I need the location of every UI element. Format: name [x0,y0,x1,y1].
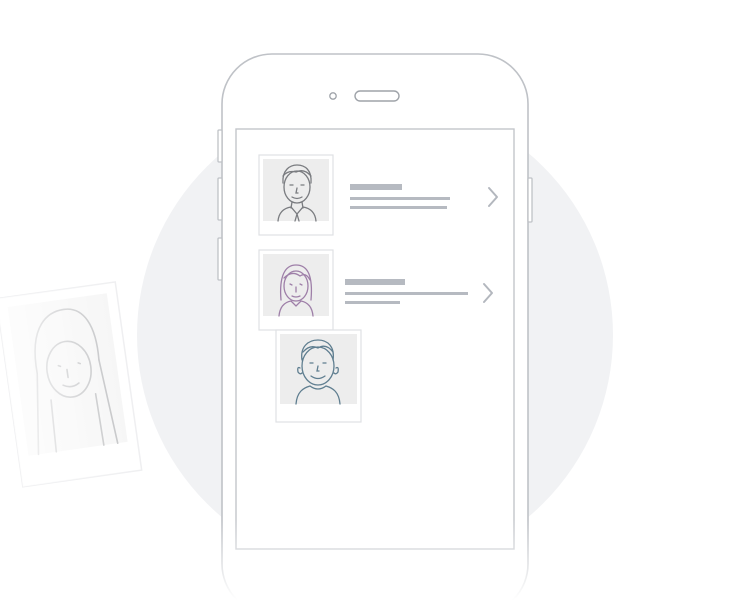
phone-contacts-illustration [0,53,613,600]
photo-background [280,334,357,404]
contact-detail-placeholder [350,197,450,200]
phone-side-button [217,129,223,163]
phone-side-button [527,177,533,223]
contact-detail-placeholder [350,206,447,209]
loose-photo-woman [0,281,143,488]
phone-side-button [217,177,223,221]
loose-photo-boy [275,329,362,423]
bottom-fade [200,520,550,600]
illustration-stage [0,0,750,600]
contact-detail-placeholder [345,292,468,295]
contact-detail-placeholder [345,301,400,304]
contact-name-placeholder [345,279,405,285]
phone-side-button [217,237,223,281]
contact-name-placeholder [350,184,402,190]
